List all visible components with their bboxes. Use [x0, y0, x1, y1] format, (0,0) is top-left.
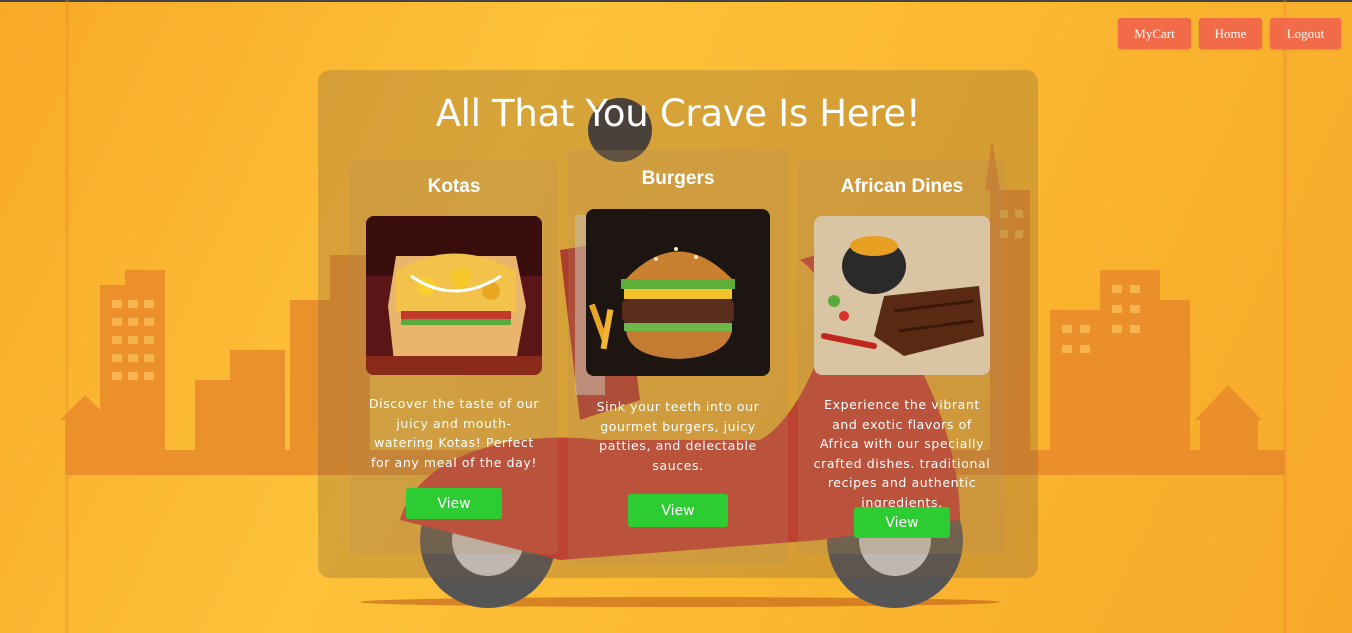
view-african-dines-button[interactable]: View [854, 507, 950, 538]
logout-button[interactable]: Logout [1270, 18, 1341, 49]
african-dish-photo-icon [814, 216, 990, 375]
home-button[interactable]: Home [1199, 18, 1262, 49]
card-title: Kotas [427, 176, 481, 197]
view-kotas-button[interactable]: View [406, 488, 502, 519]
card-description: Sink your teeth into our gourmet burgers… [596, 399, 760, 473]
burger-photo-icon [586, 209, 770, 376]
card-description: Experience the vibrant and exotic flavor… [813, 397, 991, 510]
card-title: African Dines [840, 176, 964, 197]
top-nav: MyCart Home Logout [1118, 18, 1341, 49]
card-title: Burgers [641, 168, 715, 189]
card-description: Discover the taste of our juicy and mout… [368, 396, 540, 470]
card-kotas: Kotas Discover the taste of our juicy an… [350, 160, 558, 554]
view-burgers-button[interactable]: View [628, 494, 728, 527]
my-cart-button[interactable]: MyCart [1118, 18, 1191, 49]
card-african-dines: African Dines Experience the vibrant and… [798, 160, 1006, 554]
card-burgers: Burgers Sink your teeth into our gourmet… [568, 150, 788, 564]
page-headline: All That You Crave Is Here! [435, 92, 921, 135]
kota-sandwich-photo-icon [366, 216, 542, 375]
